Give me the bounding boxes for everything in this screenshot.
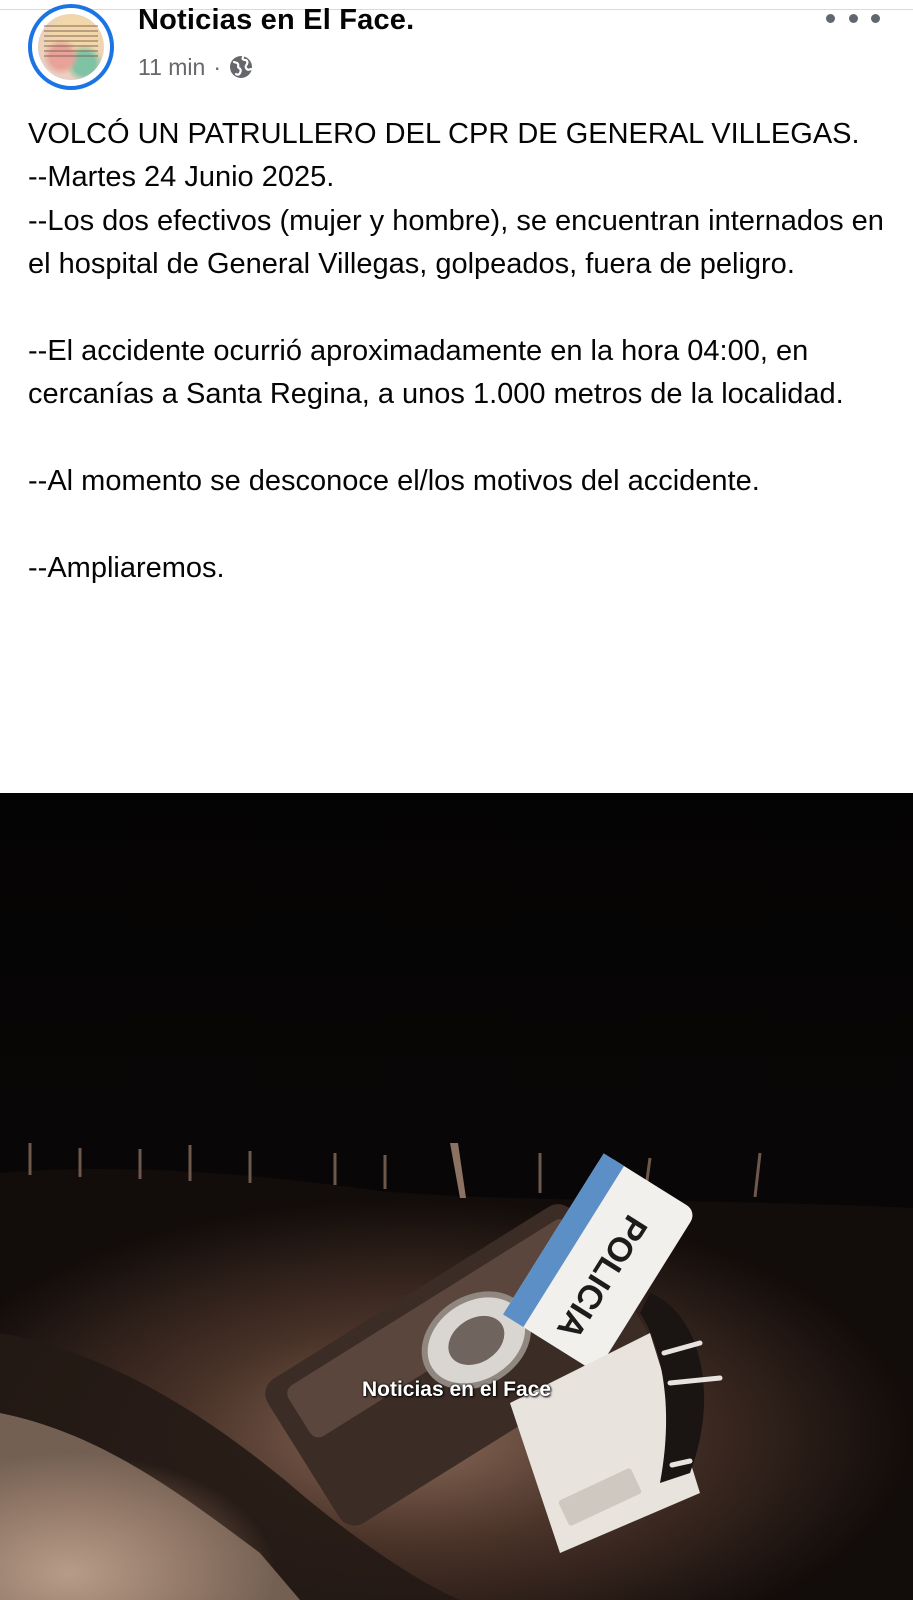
post-meta: 11 min ·	[138, 52, 253, 82]
dot	[871, 13, 880, 23]
top-divider	[0, 9, 913, 10]
post-line: VOLCÓ UN PATRULLERO DEL CPR DE GENERAL V…	[28, 118, 860, 150]
post-photo[interactable]: POLICIA	[0, 793, 913, 1600]
post-line: --Al momento se desconoce el/los motivos…	[28, 465, 760, 498]
post-timestamp[interactable]: 11 min	[138, 54, 205, 81]
dot	[826, 13, 835, 23]
meta-separator: ·	[213, 53, 221, 80]
post-line: --El accidente ocurrió aproximadamente e…	[28, 335, 844, 411]
post-body: VOLCÓ UN PATRULLERO DEL CPR DE GENERAL V…	[28, 113, 888, 590]
photo-watermark: Noticias en el Face	[361, 1378, 552, 1401]
page-avatar[interactable]	[28, 4, 114, 90]
post-line: --Los dos efectivos (mujer y hombre), se…	[28, 204, 884, 281]
post-line: --Martes 24 Junio 2025.	[28, 161, 335, 194]
page-name-link[interactable]: Noticias en El Face.	[138, 4, 414, 37]
more-options-icon[interactable]	[826, 6, 880, 30]
post-spacer	[28, 504, 888, 547]
dot	[848, 13, 858, 23]
avatar-text-lines	[44, 22, 98, 60]
accident-photo-illustration: POLICIA	[0, 793, 913, 1600]
globe-icon[interactable]	[229, 55, 253, 79]
post-line: --Ampliaremos.	[28, 552, 225, 585]
post-spacer	[28, 417, 888, 460]
post-spacer	[28, 287, 888, 330]
